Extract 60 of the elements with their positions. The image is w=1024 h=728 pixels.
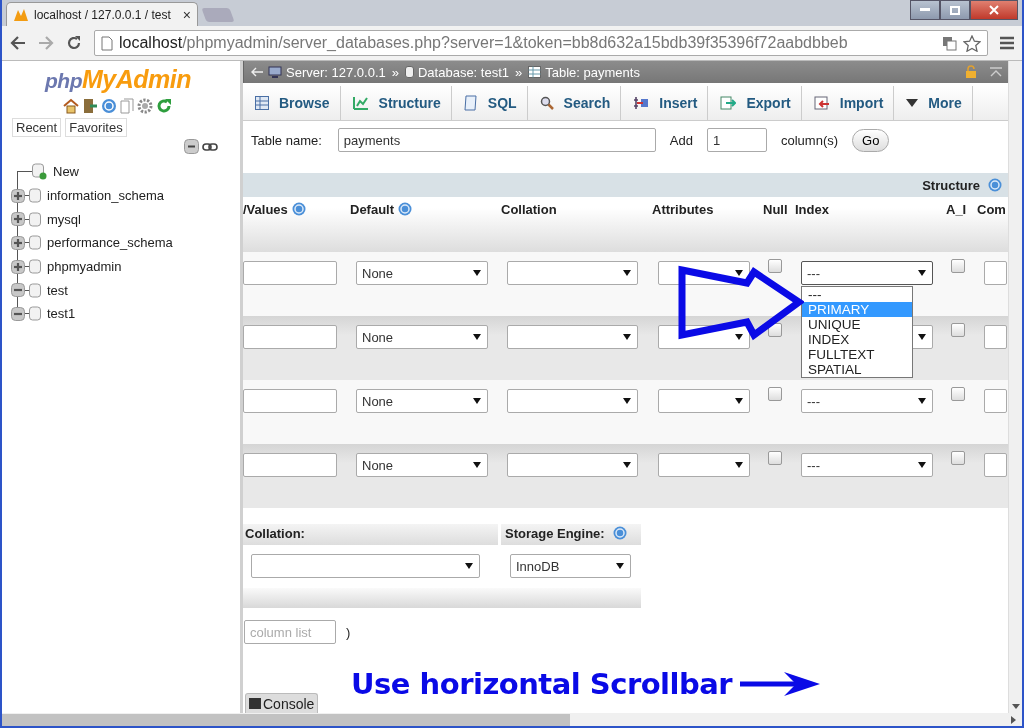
database-link[interactable]: test [47, 282, 68, 298]
app-logo[interactable]: phpMyAdmin [45, 65, 191, 94]
column-header: A_I [946, 202, 967, 217]
database-link[interactable]: performance_schema [47, 235, 173, 251]
structure-tab[interactable]: Structure [340, 86, 452, 120]
closing-parenthesis: ) [346, 624, 351, 640]
column-header: /Values [243, 202, 288, 217]
dropdown-option[interactable]: FULLTEXT [802, 347, 912, 362]
partition-columns-field[interactable]: column list [244, 620, 336, 644]
storage-engine-header: Storage Engine: [501, 524, 641, 545]
default-select[interactable]: None [356, 261, 488, 285]
column-header: Collation [501, 202, 557, 217]
column-header: Com [977, 202, 1006, 217]
database-link[interactable]: mysql [47, 211, 81, 227]
database-link[interactable]: information_schema [47, 188, 165, 204]
dropdown-option[interactable]: INDEX [802, 332, 912, 347]
default-select[interactable]: None [356, 389, 488, 413]
annotation-text: Use horizontal Scrollbar [351, 667, 733, 701]
column-header: Null [763, 202, 788, 217]
column-header: Default [350, 202, 395, 217]
storage-engine-select[interactable]: InnoDB [510, 554, 631, 578]
default-select[interactable]: None [356, 325, 488, 349]
column-header: Attributes [652, 202, 714, 217]
index-select[interactable]: --- [801, 453, 933, 477]
breadcrumb-separator: » [391, 64, 399, 80]
breadcrumb-link[interactable]: Database: test1 [417, 64, 510, 80]
collation-header: Collation: [243, 524, 498, 545]
dropdown-option[interactable]: SPATIAL [802, 362, 912, 377]
address-bar[interactable]: localhost/phpmyadmin/server_databases.php?server=1&token=bb8d632a15bdb39f35396f72aabdbbeb [94, 30, 988, 56]
console-tab[interactable]: Console [245, 693, 319, 713]
search-tab[interactable]: Search [527, 86, 622, 120]
default-select[interactable]: None [356, 453, 488, 477]
index-select[interactable]: --- [801, 389, 933, 413]
dropdown-option[interactable]: UNIQUE [802, 317, 912, 332]
database-link[interactable]: phpmyadmin [47, 259, 122, 275]
table-name-label: Table name: [251, 132, 322, 148]
column-header: Index [795, 202, 829, 217]
column-count-field[interactable]: 1 [706, 128, 767, 152]
more-tab[interactable]: More [894, 86, 973, 120]
structure-title: Structure [922, 177, 980, 193]
breadcrumb-link[interactable]: Server: 127.0.0.1 [286, 64, 386, 80]
sidebar-tab[interactable]: Recent [12, 118, 62, 137]
database-link[interactable]: test1 [47, 306, 76, 322]
sidebar-tab[interactable]: Favorites [65, 118, 127, 137]
table-name-field[interactable]: payments [337, 128, 656, 152]
browser-tab[interactable]: localhost / 127.0.0.1 / test × [6, 2, 198, 26]
go-button[interactable]: Go [852, 128, 890, 152]
insert-tab[interactable]: Insert [621, 86, 709, 120]
close-tab-button[interactable]: × [182, 6, 191, 23]
breadcrumb-link[interactable]: Table: payments [545, 64, 640, 80]
breadcrumb-separator: » [515, 64, 523, 80]
browse-tab[interactable]: Browse [243, 86, 341, 120]
columns-label: column(s) [780, 132, 839, 148]
sql-tab[interactable]: SQL [451, 86, 528, 120]
dropdown-option[interactable]: --- [802, 287, 912, 302]
export-tab[interactable]: Export [708, 86, 802, 120]
add-label: Add [669, 132, 693, 148]
index-select[interactable]: --- [801, 261, 933, 285]
new-database-link[interactable]: New [53, 164, 79, 180]
import-tab[interactable]: Import [801, 86, 895, 120]
